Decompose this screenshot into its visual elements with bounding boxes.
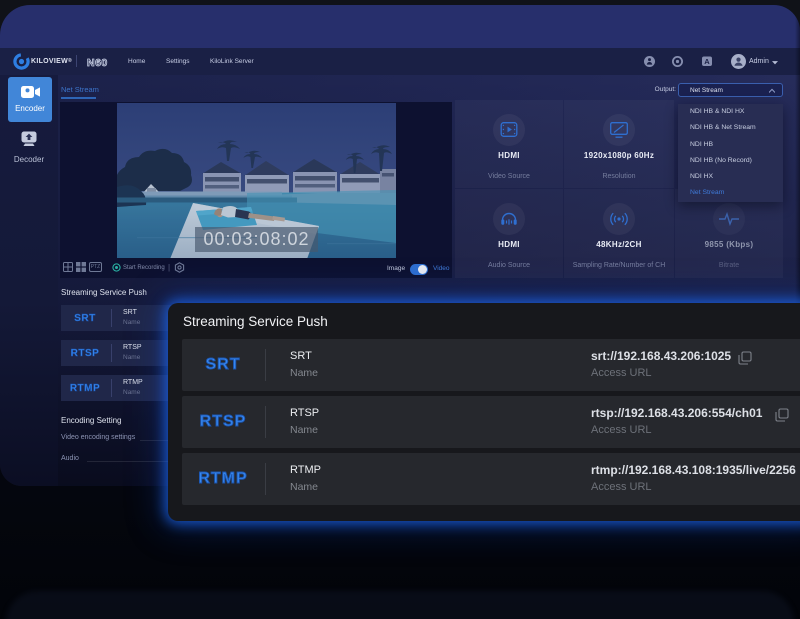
svg-text:A: A (704, 57, 710, 66)
